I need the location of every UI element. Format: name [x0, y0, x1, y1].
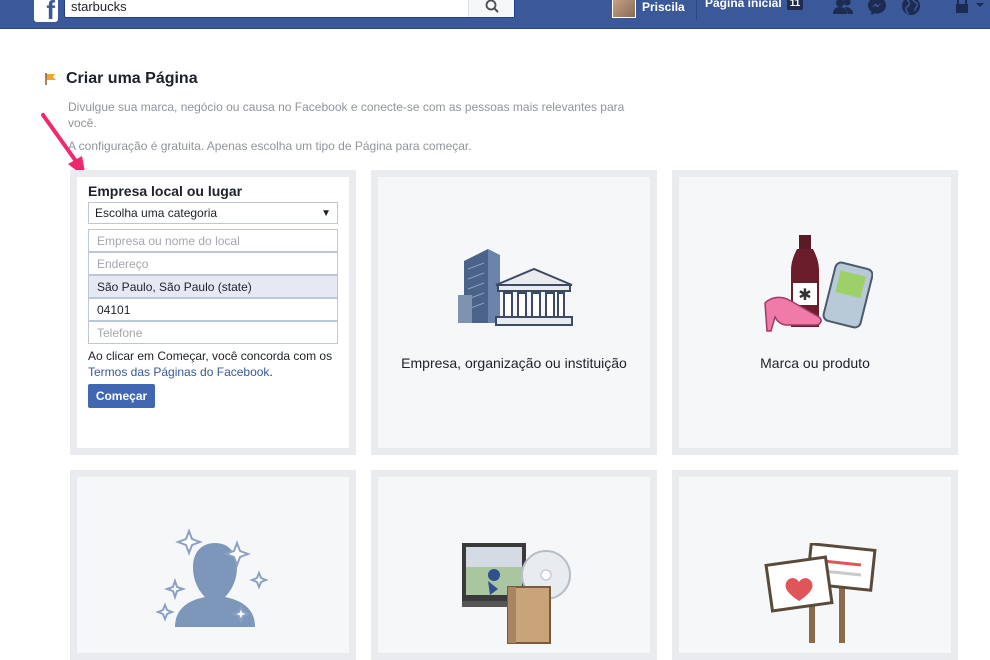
- settings-area: [955, 0, 985, 19]
- chevron-down-icon: ▼: [321, 207, 331, 219]
- home-badge: 11: [786, 0, 804, 10]
- svg-text:✱: ✱: [798, 287, 811, 304]
- privacy-lock-icon[interactable]: [955, 0, 969, 19]
- top-navigation-bar: f Priscila Página inicial 11: [0, 0, 990, 29]
- category-select[interactable]: Escolha uma categoria ▼: [88, 202, 338, 224]
- friend-requests-icon[interactable]: [832, 0, 854, 16]
- start-button[interactable]: Começar: [88, 384, 155, 408]
- page-title: Criar uma Página: [66, 70, 198, 87]
- notification-icons: [832, 0, 922, 16]
- search-icon: [485, 0, 499, 13]
- local-business-tile: Empresa local ou lugar Escolha uma categ…: [70, 170, 356, 455]
- avatar: [612, 0, 636, 18]
- cause-tile[interactable]: [672, 470, 958, 660]
- page-note: A configuração é gratuita. Apenas escolh…: [68, 139, 472, 153]
- brand-product-icon: ✱: [764, 235, 873, 332]
- terms-link[interactable]: Termos das Páginas do Facebook: [88, 365, 269, 379]
- profile-link[interactable]: Priscila: [612, 0, 685, 18]
- cause-community-icon: [764, 543, 877, 643]
- facebook-logo-letter: f: [46, 0, 55, 22]
- zip-field[interactable]: [88, 298, 338, 321]
- search-input[interactable]: [65, 0, 465, 17]
- company-tile-label: Empresa, organização ou instituição: [401, 355, 627, 371]
- entertainment-tile[interactable]: [371, 470, 657, 660]
- terms-text: Ao clicar em Começar, você concorda com …: [88, 348, 338, 380]
- page-description: Divulgue sua marca, negócio ou causa no …: [68, 100, 625, 130]
- building-icon: [458, 249, 573, 326]
- city-field[interactable]: [88, 275, 338, 298]
- public-figure-icon: [155, 528, 269, 627]
- phone-field[interactable]: [88, 321, 338, 344]
- terms-prefix: Ao clicar em Começar, você concorda com …: [88, 349, 333, 363]
- category-select-value: Escolha uma categoria: [95, 206, 218, 220]
- address-field[interactable]: [88, 252, 338, 275]
- brand-tile[interactable]: ✱ Marca ou produto: [672, 170, 958, 455]
- company-tile[interactable]: Empresa, organização ou instituição: [371, 170, 657, 455]
- nav-divider: [696, 0, 697, 20]
- artist-tile[interactable]: [70, 470, 356, 660]
- flag-icon: [45, 73, 56, 85]
- globe-icon[interactable]: [900, 0, 922, 16]
- home-link[interactable]: Página inicial 11: [705, 0, 804, 10]
- messenger-icon[interactable]: [866, 0, 888, 16]
- facebook-logo[interactable]: f: [34, 0, 58, 22]
- terms-suffix: .: [269, 365, 273, 379]
- home-label: Página inicial: [705, 0, 782, 10]
- brand-tile-label: Marca ou produto: [760, 355, 870, 371]
- search-button[interactable]: [468, 0, 514, 17]
- page-heading: Criar uma Página: [44, 70, 198, 88]
- business-name-field[interactable]: [88, 229, 338, 252]
- local-business-title: Empresa local ou lugar: [88, 183, 243, 199]
- search-box: [64, 0, 515, 18]
- dropdown-arrow-icon[interactable]: [975, 0, 985, 19]
- entertainment-icon: [462, 543, 571, 644]
- user-name: Priscila: [642, 0, 685, 14]
